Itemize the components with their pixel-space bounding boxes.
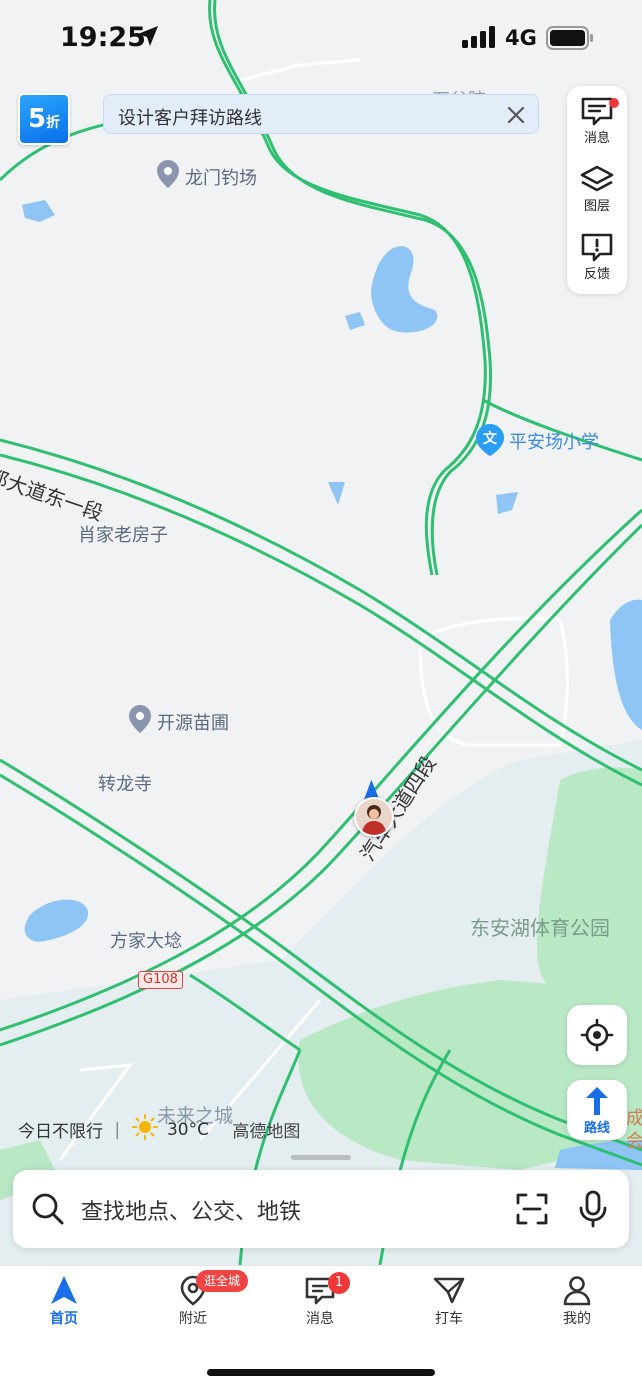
discount-promo-badge[interactable]: 5折 (18, 93, 70, 145)
search-input[interactable]: 查找地点、公交、地铁 (81, 1194, 301, 1226)
taxi-icon (433, 1277, 465, 1304)
nearby-promo-badge: 逛全城 (196, 1270, 249, 1292)
map-side-panel: 消息 图层 反馈 (567, 86, 627, 294)
search-bar[interactable]: 查找地点、公交、地铁 (13, 1170, 629, 1248)
tab-nearby[interactable]: 逛全城 附近 (148, 1270, 249, 1328)
layers-icon (580, 165, 614, 192)
map-label-school[interactable]: 平安场小学 (509, 428, 599, 454)
user-avatar[interactable] (354, 797, 394, 837)
map-label-fangjia[interactable]: 方家大埝 (110, 927, 182, 953)
route-button[interactable]: 路线 (567, 1080, 627, 1140)
tab-messages[interactable]: 1 消息 (275, 1272, 365, 1328)
map-label-longmen[interactable]: 龙门钓场 (185, 164, 257, 190)
scan-icon[interactable] (515, 1192, 549, 1230)
locate-me-button[interactable] (567, 1005, 627, 1065)
map-label-hui: 会 (626, 1131, 642, 1152)
weather-row[interactable]: 今日不限行 | 30°C 高德地图 (18, 1114, 300, 1145)
temperature: 30°C (166, 1119, 209, 1140)
map-canvas[interactable] (0, 0, 642, 1265)
status-time: 19:25 (60, 22, 146, 53)
crosshair-icon (580, 1018, 614, 1052)
layers-label: 图层 (583, 199, 610, 214)
sun-icon (131, 1114, 163, 1145)
search-icon (31, 1192, 65, 1230)
route-label: 路线 (583, 1121, 610, 1136)
feedback-button[interactable]: 反馈 (567, 226, 627, 292)
tab-messages-label: 消息 (306, 1311, 334, 1327)
svg-text:文: 文 (483, 430, 498, 447)
sheet-drag-handle[interactable] (291, 1155, 351, 1160)
battery-icon (546, 26, 594, 54)
map-label-xiaojia[interactable]: 肖家老房子 (78, 521, 168, 547)
brand-watermark: 高德地图 (232, 1122, 301, 1142)
tab-mine[interactable]: 我的 (532, 1274, 622, 1328)
map-label-kaiyuan[interactable]: 开源苗圃 (157, 709, 229, 735)
messages-label: 消息 (583, 131, 610, 146)
network-type: 4G (505, 26, 537, 50)
layers-button[interactable]: 图层 (567, 158, 627, 224)
tab-taxi-label: 打车 (435, 1311, 463, 1327)
map-view[interactable]: 石谷院 龙门钓场 文 平安场小学 都大道东一段 肖家老房子 开源苗圃 转龙寺 汽… (0, 0, 642, 1265)
map-label-donganhu[interactable]: 东安湖体育公园 (470, 912, 610, 941)
tab-home-label: 首页 (50, 1311, 78, 1327)
navigation-arrow-icon (51, 1276, 77, 1304)
tab-nearby-label: 附近 (179, 1311, 207, 1327)
home-indicator (207, 1369, 435, 1376)
tab-home[interactable]: 首页 (19, 1274, 109, 1328)
feedback-icon (581, 233, 613, 262)
tab-mine-label: 我的 (563, 1311, 591, 1327)
traffic-limit-text: 今日不限行 (18, 1122, 103, 1142)
signal-icon (462, 26, 496, 52)
promo-big-text: 5 (27, 104, 47, 134)
unread-dot (609, 98, 619, 108)
microphone-icon[interactable] (578, 1190, 608, 1232)
location-arrow-icon (136, 24, 160, 52)
tab-taxi[interactable]: 打车 (404, 1274, 494, 1328)
promo-small-text: 折 (46, 115, 61, 131)
messages-count-badge: 1 (328, 1272, 350, 1294)
messages-button[interactable]: 消息 (567, 90, 627, 156)
weather-separator: | (114, 1119, 121, 1140)
user-icon (563, 1276, 591, 1306)
map-label-zhuanlong[interactable]: 转龙寺 (98, 770, 152, 796)
route-arrow-icon (586, 1087, 608, 1115)
route-tip-banner[interactable]: 设计客户拜访路线 (103, 94, 539, 134)
route-tip-text: 设计客户拜访路线 (118, 108, 262, 129)
feedback-label: 反馈 (583, 267, 610, 282)
highway-badge: G108 (138, 971, 183, 989)
close-icon[interactable] (504, 103, 528, 127)
status-bar: 19:25 4G (0, 0, 642, 78)
